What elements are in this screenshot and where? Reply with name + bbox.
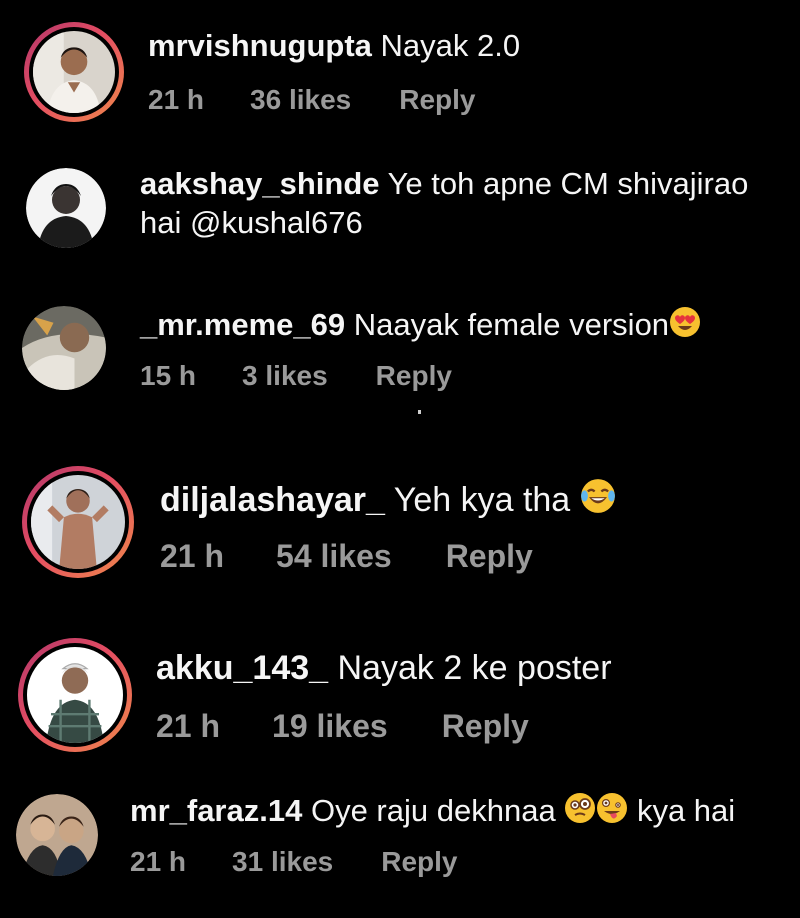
comment-likes[interactable]: 54 likes <box>276 538 392 575</box>
comment-text: Oye raju dekhnaa <box>310 793 556 828</box>
comment-username[interactable]: diljalashayar_ <box>160 481 385 519</box>
comment-username[interactable]: aakshay_shinde <box>140 166 380 201</box>
face-with-monocle-emoji <box>564 792 596 824</box>
comment-username[interactable]: akku_143_ <box>156 649 328 687</box>
reply-button[interactable]: Reply <box>381 846 457 878</box>
comment-timestamp: 21 h <box>156 708 221 744</box>
profile-photo <box>31 475 125 569</box>
comment-timestamp: 21 h <box>148 84 205 115</box>
comment-timestamp: 21 h <box>130 846 187 877</box>
avatar[interactable] <box>22 306 106 390</box>
comment-text: Nayak 2 ke poster <box>337 649 612 687</box>
comment-text-after-emoji: kya hai <box>636 793 736 828</box>
reply-button[interactable]: Reply <box>442 708 529 745</box>
profile-photo <box>33 31 115 113</box>
profile-photo <box>27 647 123 743</box>
tears-of-joy-emoji <box>580 478 616 514</box>
divider-dot <box>418 410 421 414</box>
comment-username[interactable]: _mr.meme_69 <box>140 307 345 342</box>
comment-likes[interactable]: 3 likes <box>242 360 328 392</box>
comment-text: Yeh kya tha <box>393 481 571 519</box>
comment-timestamp: 21 h <box>160 538 225 574</box>
comment-text-continued: hai @kushal676 <box>140 204 363 240</box>
avatar[interactable] <box>22 466 134 578</box>
avatar[interactable] <box>24 22 124 122</box>
profile-photo <box>22 306 106 390</box>
comment-text: Ye toh apne CM shivajirao <box>387 166 749 201</box>
reply-button[interactable]: Reply <box>446 538 533 575</box>
reply-button[interactable]: Reply <box>399 84 475 116</box>
heart-eyes-emoji <box>669 306 701 338</box>
avatar[interactable] <box>26 168 106 248</box>
comment-timestamp: 15 h <box>140 360 197 391</box>
comment-text: Naayak female version <box>353 307 670 342</box>
avatar[interactable] <box>18 638 132 752</box>
profile-photo <box>26 168 106 248</box>
comment-username[interactable]: mr_faraz.14 <box>130 793 302 828</box>
comment-username[interactable]: mrvishnugupta <box>148 28 372 63</box>
avatar[interactable] <box>16 794 98 876</box>
comment-text: Nayak 2.0 <box>380 28 521 63</box>
reply-button[interactable]: Reply <box>376 360 452 392</box>
comment-likes[interactable]: 19 likes <box>272 708 388 745</box>
comment-likes[interactable]: 31 likes <box>232 846 333 878</box>
profile-photo <box>16 794 98 876</box>
zany-face-emoji <box>596 792 628 824</box>
comment-likes[interactable]: 36 likes <box>250 84 351 116</box>
